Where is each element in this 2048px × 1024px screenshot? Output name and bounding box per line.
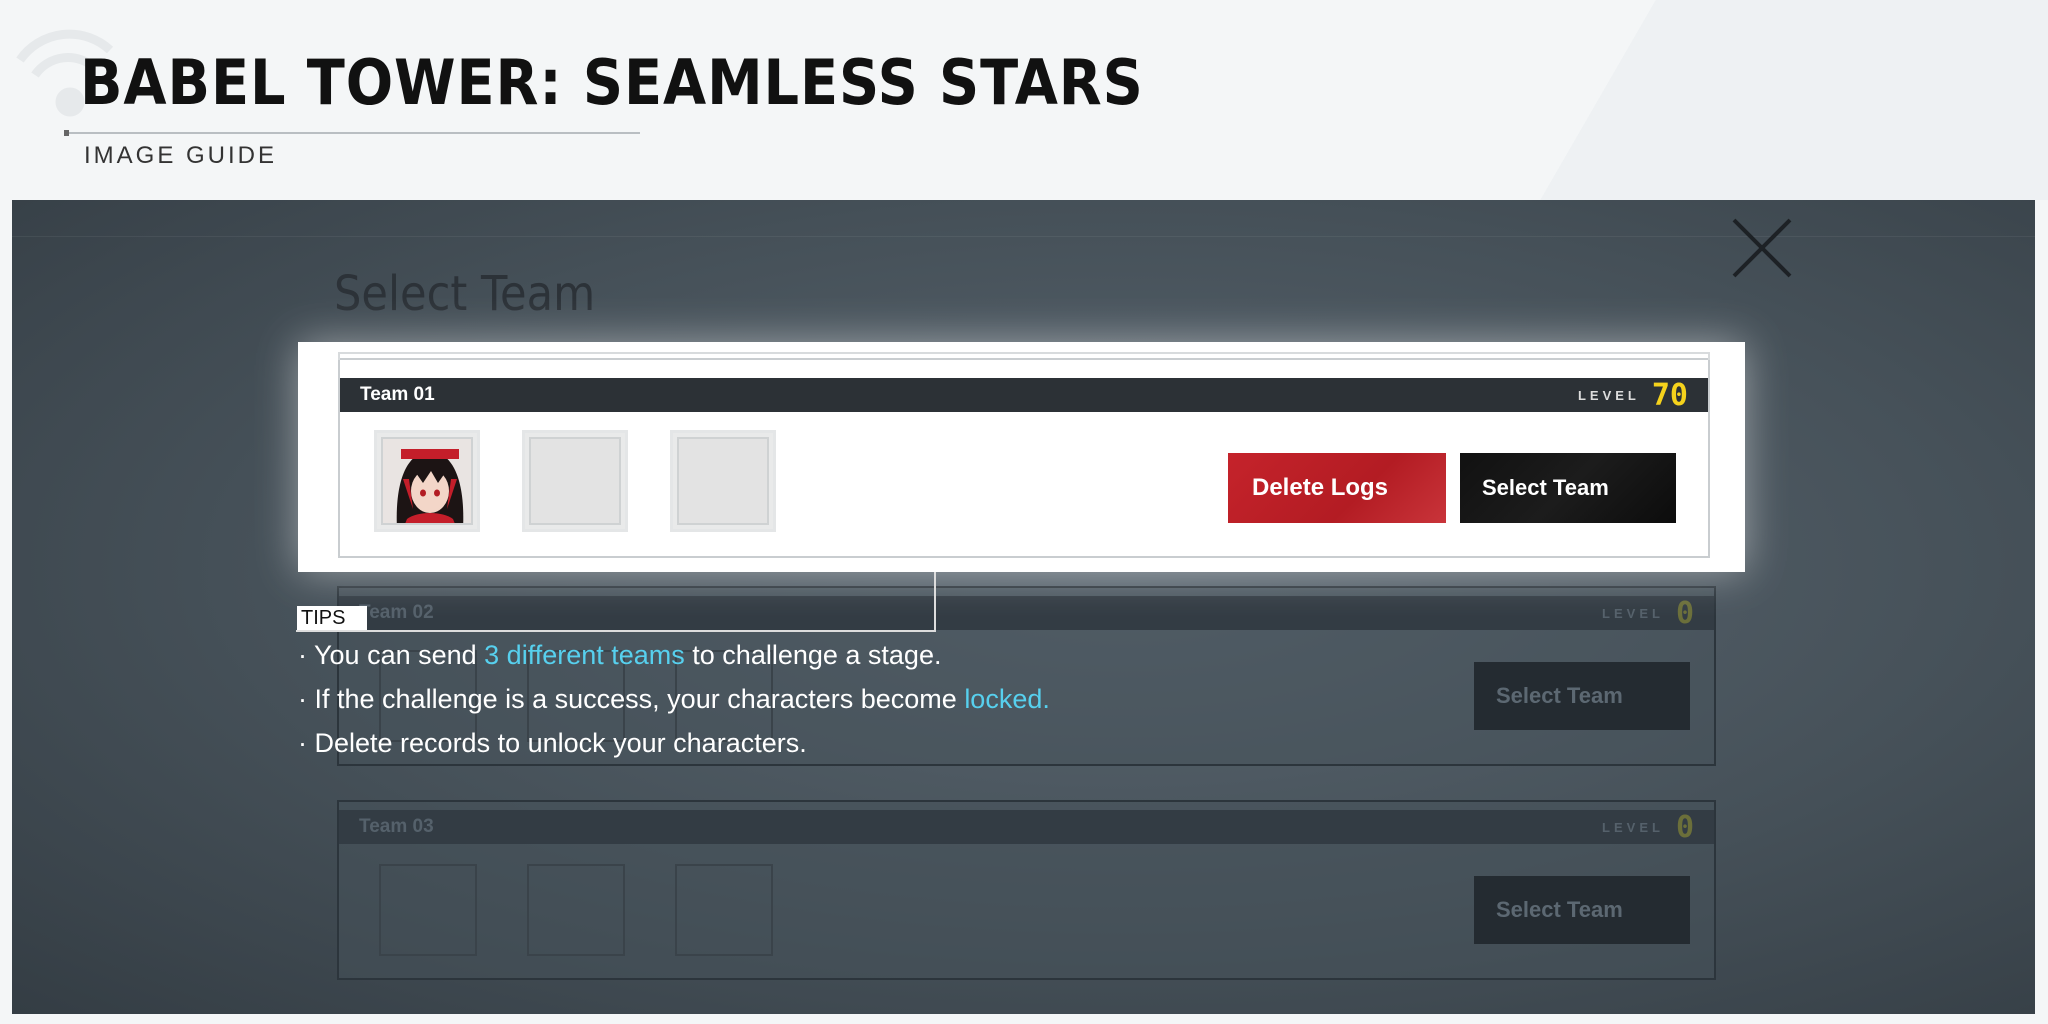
tip-line-2: · If the challenge is a success, your ch…	[298, 684, 1050, 715]
team-card-01: Team 01 LEVEL 70 Delete Logs Select Team	[338, 352, 1710, 558]
character-slot-3[interactable]	[675, 864, 773, 956]
level-label: LEVEL	[1577, 387, 1640, 403]
tip-highlight: locked.	[964, 684, 1050, 714]
character-slot-2[interactable]	[522, 430, 628, 532]
tip-highlight: 3 different teams	[484, 640, 685, 670]
tip-text: to challenge a stage.	[684, 640, 942, 670]
team-name: Team 03	[359, 816, 434, 837]
team-level: LEVEL 0	[1602, 596, 1694, 631]
team-name: Team 01	[360, 384, 435, 405]
team-level: LEVEL 70	[1578, 378, 1688, 413]
screen-title: Select Team	[334, 266, 596, 322]
team-header: Team 03 LEVEL 0	[339, 810, 1714, 845]
tip-line-3: · Delete records to unlock your characte…	[298, 728, 807, 758]
level-label: LEVEL	[1602, 819, 1664, 835]
delete-logs-button[interactable]: Delete Logs	[1228, 453, 1446, 523]
title-divider	[64, 130, 640, 136]
team-level: LEVEL 0	[1602, 810, 1694, 845]
character-slot-2[interactable]	[527, 864, 625, 956]
spotlight-panel: Team 01 LEVEL 70 Delete Logs Select Team	[298, 342, 1745, 572]
team-card-03: Team 03 LEVEL 0 Select Team	[337, 800, 1716, 980]
guide-title: BABEL TOWER: SEAMLESS STARS	[80, 46, 1144, 119]
character-slot-1[interactable]	[374, 430, 480, 532]
level-value: 0	[1675, 809, 1694, 845]
character-slot-1[interactable]	[379, 864, 477, 956]
character-avatar	[381, 437, 473, 525]
close-icon[interactable]	[1728, 214, 1796, 282]
tips-label: TIPS	[297, 606, 367, 630]
tip-line-1: · You can send 3 different teams to chal…	[298, 640, 941, 671]
background-shape	[1288, 0, 2048, 200]
tip-text: · If the challenge is a success, your ch…	[298, 684, 965, 714]
tips-connector	[296, 572, 936, 632]
level-label: LEVEL	[1602, 605, 1664, 621]
level-value: 70	[1651, 377, 1688, 413]
team-header: Team 01 LEVEL 70	[340, 378, 1708, 413]
tip-text: · You can send	[298, 640, 485, 670]
guide-subtitle: IMAGE GUIDE	[84, 142, 278, 169]
character-slot-3[interactable]	[670, 430, 776, 532]
select-team-button[interactable]: Select Team	[1460, 453, 1676, 523]
level-value: 0	[1675, 595, 1694, 631]
select-team-button[interactable]: Select Team	[1474, 876, 1690, 944]
select-team-button[interactable]: Select Team	[1474, 662, 1690, 730]
